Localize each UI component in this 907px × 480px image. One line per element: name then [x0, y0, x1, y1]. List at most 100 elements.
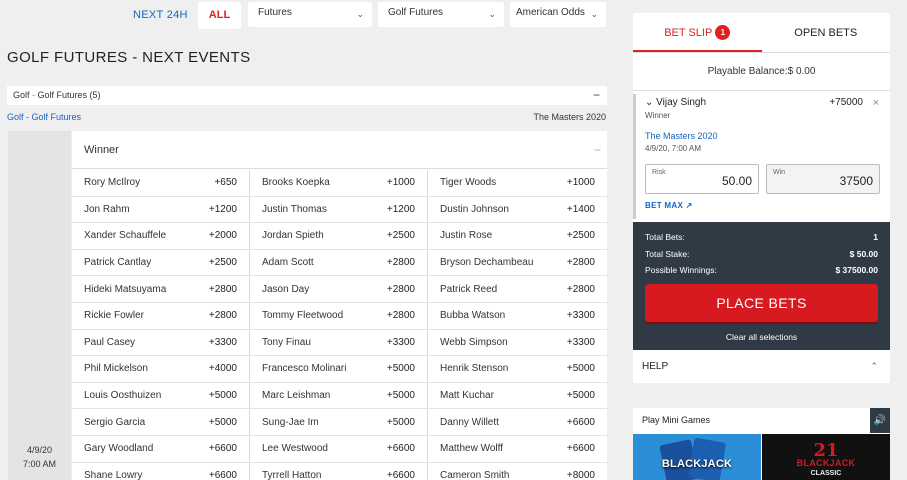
chevron-down-icon[interactable]: ⌄ — [645, 97, 653, 108]
player-name: Jordan Spieth — [262, 230, 324, 242]
player-name: Bryson Dechambeau — [440, 257, 534, 269]
odds-button[interactable]: Justin Thomas +1200 — [250, 196, 428, 223]
odds-button[interactable]: Jordan Spieth +2500 — [250, 223, 428, 249]
clear-selections-link[interactable]: Clear all selections — [633, 332, 890, 342]
player-name: Phil Mickelson — [84, 363, 148, 375]
player-name: Bubba Watson — [440, 310, 506, 322]
odds-button[interactable]: Bubba Watson +3300 — [428, 303, 607, 329]
player-name: Dustin Johnson — [440, 203, 509, 215]
next-24h-link[interactable]: NEXT 24H — [133, 9, 188, 21]
selection-market: Winner — [645, 111, 671, 120]
odds-button[interactable]: Marc Leishman +5000 — [250, 382, 428, 409]
odds-button[interactable]: Shane Lowry +6600 — [72, 462, 250, 480]
collapse-icon[interactable]: − — [594, 131, 601, 169]
odds-button[interactable]: Tyrrell Hatton +6600 — [250, 462, 428, 480]
collapse-icon[interactable]: − — [593, 86, 600, 105]
odds-button[interactable]: Jason Day +2800 — [250, 276, 428, 302]
bet-count-badge: 1 — [715, 25, 731, 40]
player-odds: +6600 — [208, 469, 237, 480]
odds-button[interactable]: Phil Mickelson +4000 — [72, 356, 250, 382]
odds-button[interactable]: Justin Rose +2500 — [428, 223, 607, 249]
tab-open-bets[interactable]: OPEN BETS — [762, 13, 891, 52]
sport-select[interactable]: Futures ⌄ — [248, 2, 372, 27]
odds-format-value: American Odds — [516, 7, 585, 18]
player-odds: +6600 — [566, 443, 595, 455]
odds-button[interactable]: Patrick Reed +2800 — [428, 276, 607, 302]
place-bets-button[interactable]: PLACE BETS — [645, 284, 878, 322]
risk-label: Risk — [652, 169, 666, 176]
odds-button[interactable]: Rickie Fowler +2800 — [72, 302, 250, 329]
odds-button[interactable]: Danny Willett +6600 — [428, 409, 607, 435]
blackjack-game-tile[interactable]: BLACKJACK — [633, 434, 761, 480]
all-button[interactable]: ALL — [198, 2, 241, 29]
event-datetime: 4/9/20 7:00 AM — [8, 443, 71, 471]
odds-button[interactable]: Tommy Fleetwood +2800 — [250, 302, 428, 329]
selection-event-link[interactable]: The Masters 2020 — [645, 131, 718, 141]
odds-button[interactable]: Brooks Koepka +1000 — [250, 170, 428, 196]
table-row: Louis Oosthuizen +5000 Marc Leishman +5000 M… — [72, 382, 607, 410]
player-odds: +2800 — [566, 283, 595, 295]
odds-button[interactable]: Paul Casey +3300 — [72, 329, 250, 356]
odds-button[interactable]: Xander Schauffele +2000 — [72, 223, 250, 249]
player-name: Jason Day — [262, 283, 310, 295]
player-odds: +2500 — [208, 257, 237, 269]
market-header[interactable]: Winner − — [72, 131, 607, 169]
blackjack-classic-subtitle: CLASSIC — [810, 470, 842, 477]
sport-select-value: Futures — [258, 7, 292, 18]
chevron-down-icon: ⌄ — [356, 9, 364, 19]
breadcrumb[interactable]: Golf - Golf Futures (5) − — [7, 86, 607, 105]
player-name: Tommy Fleetwood — [262, 310, 344, 322]
help-section[interactable]: HELP ⌃ — [633, 350, 890, 383]
odds-button[interactable]: Sergio Garcia +5000 — [72, 409, 250, 435]
player-name: Patrick Reed — [440, 283, 498, 295]
tab-bet-slip-label: BET SLIP — [664, 27, 713, 39]
odds-button[interactable]: Matthew Wolff +6600 — [428, 436, 607, 462]
odds-button[interactable]: Webb Simpson +3300 — [428, 330, 607, 356]
odds-button[interactable]: Adam Scott +2800 — [250, 249, 428, 276]
player-odds: +5000 — [208, 390, 237, 402]
player-name: Marc Leishman — [262, 390, 331, 402]
odds-button[interactable]: Tiger Woods +1000 — [428, 170, 607, 196]
player-name: Adam Scott — [262, 257, 314, 269]
player-name: Sergio Garcia — [84, 416, 146, 428]
bet-max-link[interactable]: BET MAX ↗ — [645, 201, 693, 210]
player-odds: +2800 — [208, 310, 237, 322]
odds-button[interactable]: Gary Woodland +6600 — [72, 435, 250, 462]
player-name: Rickie Fowler — [84, 310, 145, 322]
bet-selection: ⌄ Vijay Singh +75000 × Winner The Master… — [633, 94, 890, 219]
arrow-up-right-icon: ↗ — [685, 201, 693, 210]
odds-button[interactable]: Lee Westwood +6600 — [250, 435, 428, 462]
odds-button[interactable]: Henrik Stenson +5000 — [428, 356, 607, 382]
speaker-icon[interactable]: 🔊 — [870, 408, 890, 433]
chevron-up-icon[interactable]: ⌃ — [870, 350, 878, 383]
odds-button[interactable]: Hideki Matsuyama +2800 — [72, 276, 250, 302]
league-select[interactable]: Golf Futures ⌄ — [378, 2, 504, 27]
odds-button[interactable]: Louis Oosthuizen +5000 — [72, 382, 250, 409]
win-field[interactable]: Win 37500 — [766, 164, 880, 194]
odds-button[interactable]: Jon Rahm +1200 — [72, 196, 250, 223]
selection-player[interactable]: ⌄ Vijay Singh — [645, 97, 706, 108]
blackjack-classic-game-tile[interactable]: 21 BLACKJACK CLASSIC — [762, 434, 890, 480]
player-odds: +2800 — [386, 310, 415, 322]
league-select-value: Golf Futures — [388, 7, 444, 18]
odds-button[interactable]: Sung-Jae Im +5000 — [250, 409, 428, 435]
odds-button[interactable]: Matt Kuchar +5000 — [428, 383, 607, 409]
odds-button[interactable]: Tony Finau +3300 — [250, 329, 428, 356]
tab-bet-slip[interactable]: BET SLIP 1 — [633, 13, 762, 52]
remove-selection-close-icon[interactable]: × — [873, 97, 879, 109]
odds-button[interactable]: Rory McIlroy +650 — [72, 170, 250, 196]
odds-button[interactable]: Cameron Smith +8000 — [428, 463, 607, 480]
table-row: Paul Casey +3300 Tony Finau +3300 Webb Simps… — [72, 329, 607, 357]
odds-format-select[interactable]: American Odds ⌄ — [510, 2, 606, 27]
odds-button[interactable]: Bryson Dechambeau +2800 — [428, 250, 607, 276]
league-link[interactable]: Golf - Golf Futures — [7, 112, 81, 122]
odds-button[interactable]: Patrick Cantlay +2500 — [72, 249, 250, 276]
odds-button[interactable]: Dustin Johnson +1400 — [428, 197, 607, 223]
player-name: Brooks Koepka — [262, 177, 330, 189]
player-name: Paul Casey — [84, 336, 136, 348]
odds-button[interactable]: Francesco Molinari +5000 — [250, 356, 428, 382]
risk-input[interactable]: Risk 50.00 — [645, 164, 759, 194]
player-name: Louis Oosthuizen — [84, 390, 162, 402]
mini-games: Play Mini Games 🔊 BLACKJACK 21 BLACKJACK… — [633, 408, 890, 480]
event-date: 4/9/20 — [26, 445, 53, 455]
